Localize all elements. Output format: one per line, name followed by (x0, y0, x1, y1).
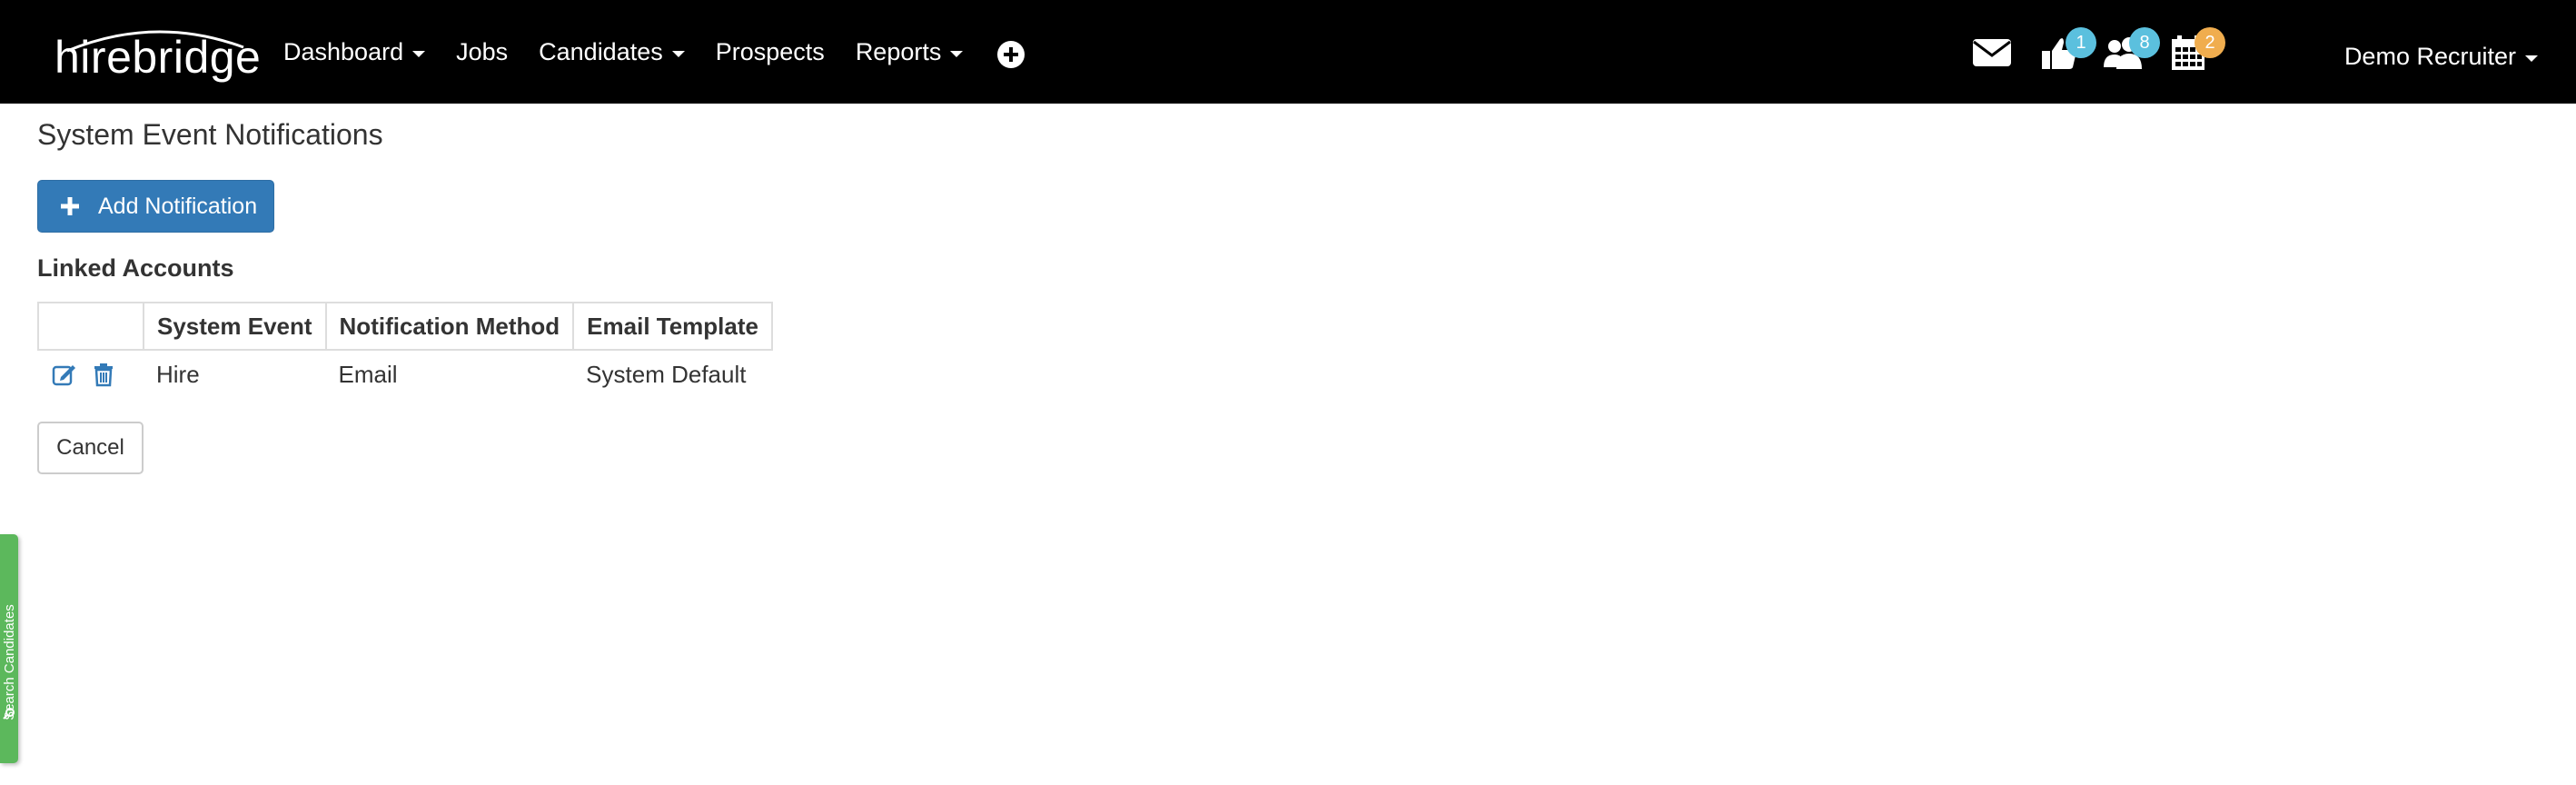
page-title: System Event Notifications (37, 118, 383, 151)
table-header-row: System Event Notification Method Email T… (37, 302, 773, 351)
cell-email-template: System Default (586, 360, 747, 388)
nav-item-label: Reports (855, 37, 942, 65)
table-header-actions (37, 302, 144, 351)
side-tab-text: Search Candidates (0, 604, 77, 720)
cancel-button[interactable]: Cancel (37, 422, 144, 474)
thumbs-up-button[interactable]: 1 (2038, 27, 2096, 71)
nav-item-reports[interactable]: Reports (856, 38, 964, 66)
main-nav: Dashboard Jobs Candidates Prospects Repo… (283, 0, 1025, 104)
row-actions (38, 350, 144, 398)
nav-item-label: Prospects (715, 37, 825, 65)
add-notification-button[interactable]: Add Notification (37, 180, 274, 233)
side-tab-label: Search Candidates (1, 604, 17, 720)
caret-down-icon (412, 50, 426, 57)
calendar-button[interactable]: 2 (2167, 27, 2225, 71)
cell-notification-method: Email (338, 360, 398, 388)
nav-item-label: Dashboard (283, 37, 404, 65)
nav-item-label: Candidates (539, 37, 663, 65)
plus-circle-icon[interactable] (997, 41, 1025, 68)
top-navbar: hirebridge Dashboard Jobs Candidates Pro… (0, 0, 2576, 104)
search-candidates-tab[interactable]: Search Candidates (0, 534, 18, 763)
cell-system-event: Hire (156, 360, 200, 388)
user-menu[interactable]: Demo Recruiter (2344, 0, 2538, 113)
nav-item-prospects[interactable]: Prospects (716, 38, 825, 66)
nav-item-jobs[interactable]: Jobs (456, 38, 508, 66)
search-icon (3, 708, 15, 720)
people-button[interactable]: 8 (2102, 27, 2160, 71)
calendar-badge: 2 (2195, 27, 2225, 58)
trash-icon[interactable] (91, 362, 116, 387)
caret-down-icon (2525, 55, 2538, 62)
table-row: Hire Email System Default (38, 350, 772, 398)
brand-name: hirebridge (54, 32, 262, 83)
notifications-table: System Event Notification Method Email T… (37, 302, 773, 398)
caret-down-icon (671, 50, 685, 57)
user-name: Demo Recruiter (2343, 42, 2516, 70)
people-badge: 8 (2129, 27, 2160, 58)
plus-icon (60, 196, 80, 216)
section-title: Linked Accounts (37, 254, 234, 282)
table-header-notification-method: Notification Method (324, 302, 575, 351)
caret-down-icon (950, 50, 964, 57)
nav-item-dashboard[interactable]: Dashboard (283, 37, 426, 66)
table-header-email-template: Email Template (572, 302, 773, 351)
nav-item-label: Jobs (456, 37, 509, 65)
table-header-system-event: System Event (143, 302, 327, 351)
envelope-icon[interactable] (1971, 35, 2013, 71)
nav-item-candidates[interactable]: Candidates (539, 38, 685, 66)
add-notification-label: Add Notification (98, 193, 258, 219)
cancel-label: Cancel (56, 435, 124, 460)
edit-icon[interactable] (51, 362, 76, 387)
thumbs-up-badge: 1 (2066, 27, 2096, 58)
